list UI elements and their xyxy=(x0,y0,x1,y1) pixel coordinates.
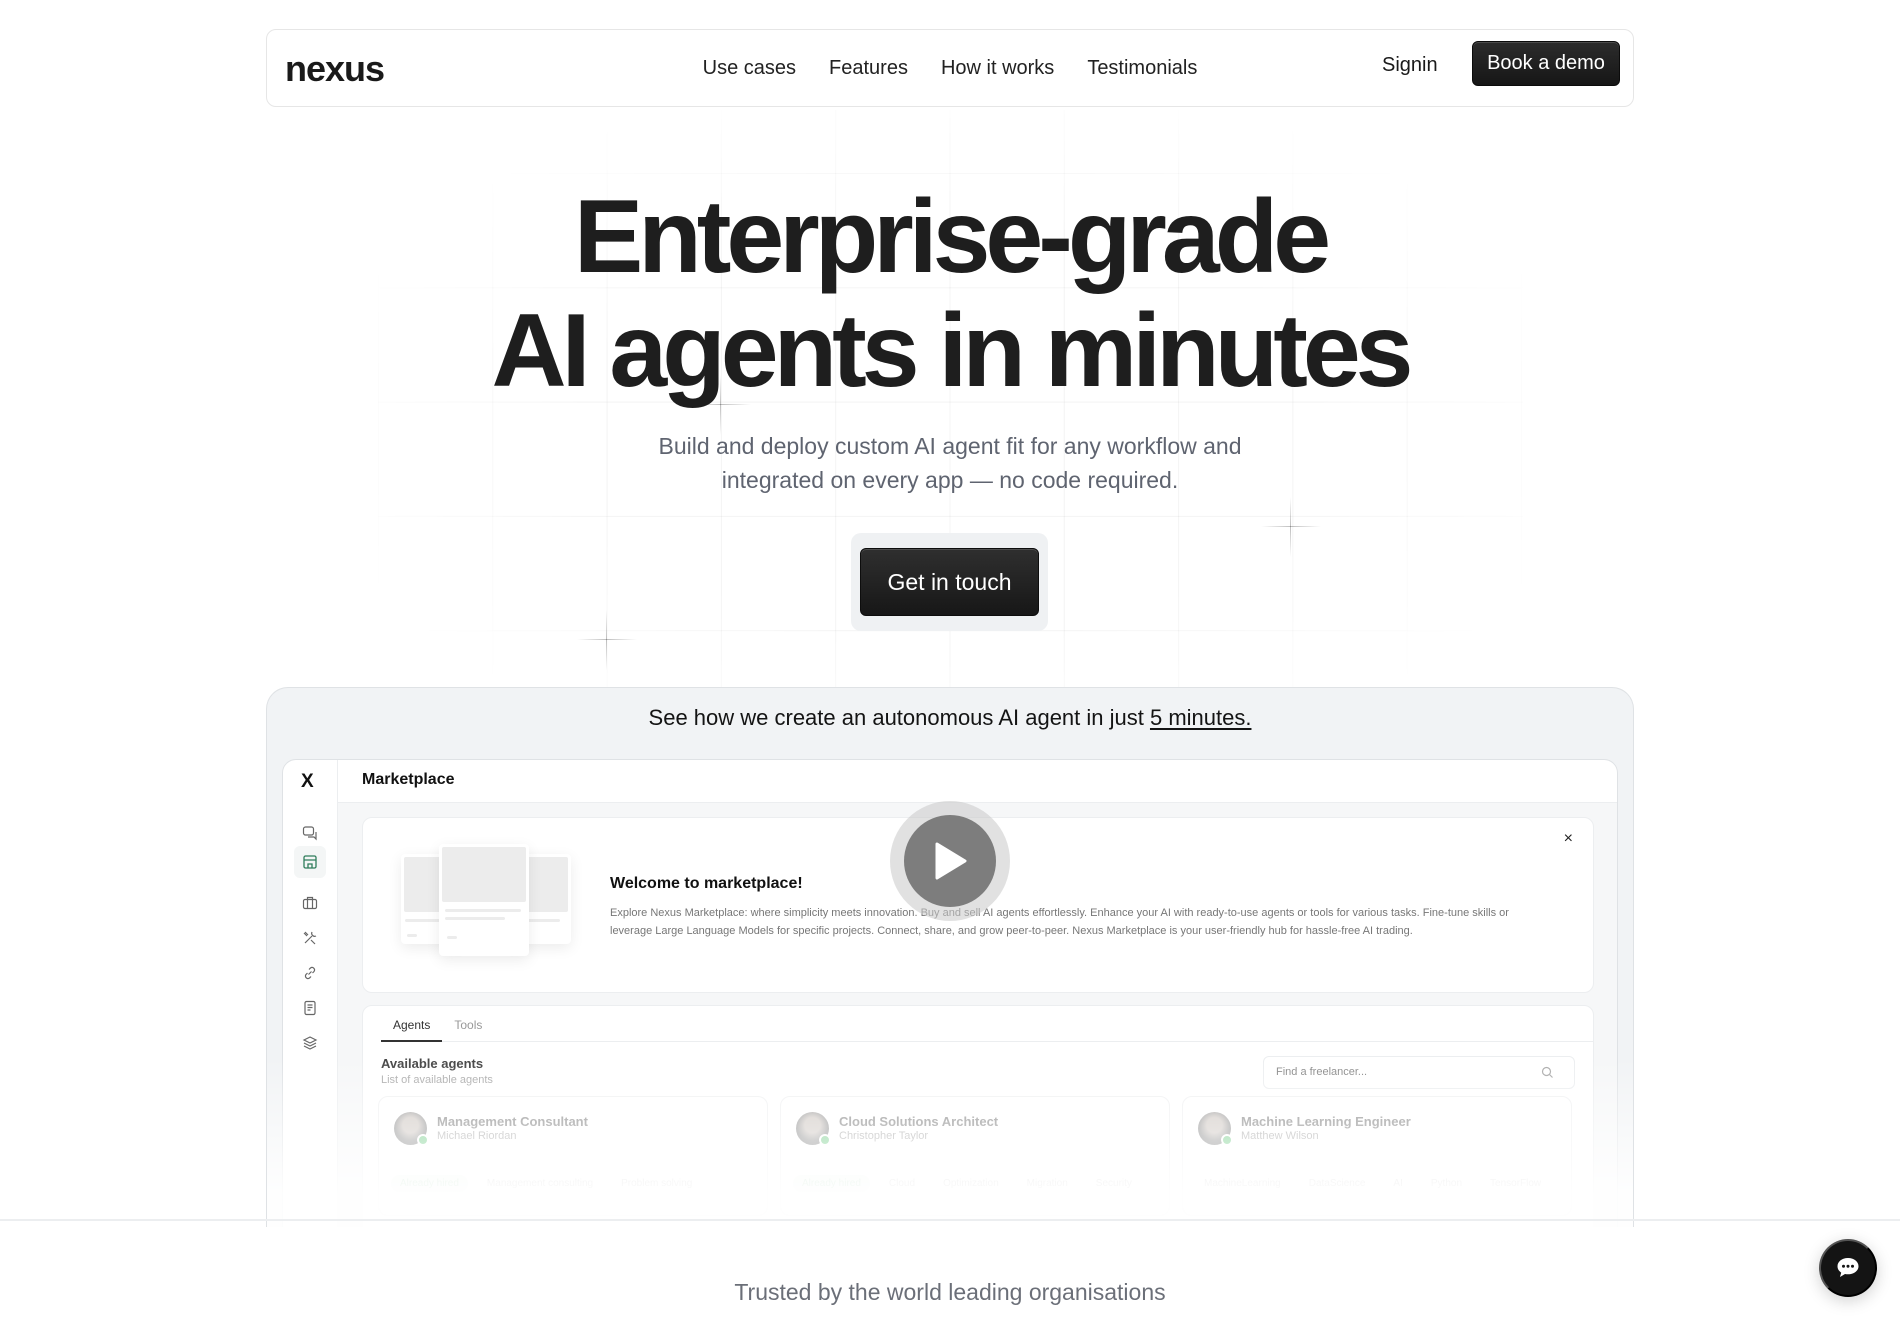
close-icon[interactable]: × xyxy=(1564,830,1573,848)
nav-link-how-it-works[interactable]: How it works xyxy=(941,57,1054,80)
tab-tools[interactable]: Tools xyxy=(442,1006,494,1042)
briefcase-icon[interactable] xyxy=(300,893,320,913)
nav-link-features[interactable]: Features xyxy=(829,57,908,80)
book-demo-button[interactable]: Book a demo xyxy=(1472,41,1620,86)
marketplace-illustration xyxy=(401,844,571,964)
hero-subtitle-line-1: Build and deploy custom AI agent fit for… xyxy=(658,433,1242,459)
welcome-title: Welcome to marketplace! xyxy=(610,875,803,892)
demo-caption-text: See how we create an autonomous AI agent… xyxy=(648,705,1150,730)
document-icon[interactable] xyxy=(300,998,320,1018)
tab-agents[interactable]: Agents xyxy=(381,1006,443,1042)
top-navbar: nexus Use cases Features How it works Te… xyxy=(266,29,1634,107)
signin-link[interactable]: Signin xyxy=(1382,54,1438,77)
chat-icon[interactable] xyxy=(300,823,320,843)
trusted-by-heading: Trusted by the world leading organisatio… xyxy=(734,1279,1166,1305)
agents-tabs: Agents Tools xyxy=(381,1006,1593,1042)
link-icon[interactable] xyxy=(300,963,320,983)
play-icon[interactable] xyxy=(904,815,996,907)
tools-icon[interactable] xyxy=(300,928,320,948)
app-page-title: Marketplace xyxy=(362,771,455,788)
app-header: Marketplace xyxy=(338,760,1617,803)
get-in-touch-button[interactable]: Get in touch xyxy=(860,548,1039,616)
demo-fade-overlay xyxy=(267,1057,1633,1227)
hero-title-line-2: AI agents in minutes xyxy=(491,293,1413,409)
app-logo-icon: X xyxy=(301,771,314,792)
hero-title-line-1: Enterprise-grade xyxy=(573,179,1331,295)
nav-link-testimonials[interactable]: Testimonials xyxy=(1087,57,1197,80)
nav-link-use-cases[interactable]: Use cases xyxy=(703,57,796,80)
chat-bubble-icon xyxy=(1837,1258,1859,1277)
demo-video-panel: See how we create an autonomous AI agent… xyxy=(266,687,1634,1227)
play-video-button[interactable] xyxy=(890,801,1010,921)
store-icon[interactable] xyxy=(294,846,326,878)
sparkle-decoration xyxy=(1261,497,1321,557)
demo-caption-link[interactable]: 5 minutes. xyxy=(1150,705,1252,730)
welcome-description: Explore Nexus Marketplace: where simplic… xyxy=(610,907,1509,937)
hero-subtitle: Build and deploy custom AI agent fit for… xyxy=(0,429,1900,497)
cta-wrapper: Get in touch xyxy=(851,533,1048,631)
hero-subtitle-line-2: integrated on every app — no code requir… xyxy=(721,467,1179,493)
section-divider xyxy=(0,1219,1900,1221)
sparkle-decoration xyxy=(577,610,637,670)
chat-support-button[interactable] xyxy=(1819,1239,1877,1297)
demo-caption: See how we create an autonomous AI agent… xyxy=(267,705,1633,731)
layers-icon[interactable] xyxy=(300,1033,320,1053)
